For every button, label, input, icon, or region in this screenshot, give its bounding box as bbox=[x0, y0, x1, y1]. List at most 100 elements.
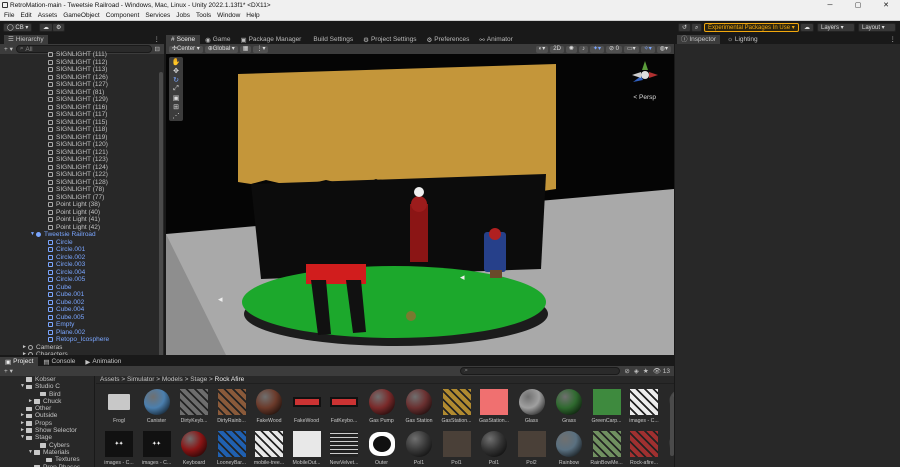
tab-animation[interactable]: ▶ Animation bbox=[80, 357, 126, 366]
effects-icon[interactable]: ✦▾ bbox=[589, 45, 604, 53]
tab-build-settings[interactable]: Build Settings bbox=[306, 35, 358, 44]
hierarchy-row[interactable]: SIGNLIGHT (129) bbox=[0, 96, 158, 104]
breadcrumb-item[interactable]: Assets bbox=[100, 376, 120, 383]
hierarchy-row[interactable]: SIGNLIGHT (121) bbox=[0, 149, 158, 157]
hierarchy-row[interactable]: SIGNLIGHT (122) bbox=[0, 171, 158, 179]
prop-bird-body[interactable] bbox=[410, 204, 428, 262]
asset-item[interactable]: RainBowMe... bbox=[590, 430, 623, 467]
inspector-tab[interactable]: ⓘ Inspector bbox=[677, 34, 721, 44]
menu-assets[interactable]: Assets bbox=[38, 12, 58, 19]
breadcrumb-item[interactable]: Stage bbox=[190, 376, 207, 383]
hand-tool-icon[interactable]: ✋ bbox=[172, 58, 181, 66]
asset-item[interactable]: DirtyKeyb... bbox=[179, 388, 209, 426]
pivot-dropdown[interactable]: ✣Center ▾ bbox=[169, 45, 203, 53]
asset-item[interactable]: Glass bbox=[517, 388, 547, 426]
menu-help[interactable]: Help bbox=[246, 12, 259, 19]
menu-component[interactable]: Component bbox=[106, 12, 140, 19]
hierarchy-row[interactable]: Cube.005 bbox=[0, 314, 158, 322]
hierarchy-row[interactable]: SIGNLIGHT (81) bbox=[0, 89, 158, 97]
camera-icon[interactable]: ▭▾ bbox=[624, 45, 639, 53]
hierarchy-row[interactable]: SIGNLIGHT (119) bbox=[0, 134, 158, 142]
asset-item[interactable]: GasStation... bbox=[442, 388, 472, 426]
panel-menu-icon[interactable]: ⋮ bbox=[154, 35, 165, 43]
tab-preferences[interactable]: ⚙ Preferences bbox=[421, 35, 474, 44]
asset-item[interactable]: NewVelvet... bbox=[329, 430, 359, 467]
hierarchy-tab[interactable]: ☰ Hierarchy bbox=[4, 34, 48, 44]
hierarchy-row[interactable]: Point Light (40) bbox=[0, 209, 158, 217]
asset-item[interactable]: Rock-afire... bbox=[629, 430, 659, 467]
gizmos-icon[interactable]: ◍▾ bbox=[656, 45, 671, 53]
hierarchy-row[interactable]: Plane.002 bbox=[0, 329, 158, 337]
asset-item[interactable]: FatKeybo... bbox=[329, 388, 359, 426]
hierarchy-row[interactable]: SIGNLIGHT (116) bbox=[0, 104, 158, 112]
folder-item[interactable]: ► Props bbox=[0, 420, 94, 427]
projection-label[interactable]: < Persp bbox=[633, 94, 656, 101]
tools-icon[interactable]: ✧▾ bbox=[640, 45, 655, 53]
folder-item[interactable]: ► Outside bbox=[0, 412, 94, 419]
hidden-packages-icon[interactable]: 👁 13 bbox=[653, 367, 670, 375]
asset-item[interactable]: FakeWood bbox=[254, 388, 284, 426]
panel-menu-icon[interactable]: ⋮ bbox=[890, 35, 900, 43]
asset-item[interactable]: FakeWood bbox=[292, 388, 322, 426]
asset-item[interactable]: Pol1 bbox=[442, 430, 472, 467]
menu-edit[interactable]: Edit bbox=[20, 12, 31, 19]
breadcrumb-item[interactable]: Rock Afire bbox=[215, 376, 245, 383]
breadcrumb-item[interactable]: Models bbox=[162, 376, 183, 383]
account-dropdown[interactable]: ◯ CB ▾ bbox=[3, 23, 33, 32]
hierarchy-row[interactable]: Cube.004 bbox=[0, 306, 158, 314]
asset-item[interactable]: Frogl bbox=[104, 388, 134, 426]
move-tool-icon[interactable]: ✥ bbox=[173, 67, 179, 75]
hierarchy-row[interactable]: Cube bbox=[0, 284, 158, 292]
snap-dropdown[interactable]: ⋮▾ bbox=[253, 45, 269, 53]
folder-item[interactable]: Kobser bbox=[0, 376, 94, 383]
asset-item[interactable]: images - C... bbox=[629, 388, 659, 426]
asset-item[interactable]: DirtyRainb... bbox=[217, 388, 247, 426]
asset-item[interactable]: Gas Station bbox=[404, 388, 434, 426]
hierarchy-row[interactable]: Retopo_Icosphere bbox=[0, 336, 158, 344]
hierarchy-row[interactable]: SIGNLIGHT (112) bbox=[0, 59, 158, 67]
asset-item[interactable]: Gas Pump bbox=[367, 388, 397, 426]
asset-item[interactable]: Grass bbox=[554, 388, 584, 426]
hierarchy-scrollbar[interactable] bbox=[159, 72, 163, 355]
breadcrumb-item[interactable]: Simulator bbox=[127, 376, 154, 383]
hierarchy-row[interactable]: Cube.001 bbox=[0, 291, 158, 299]
transform-tool-icon[interactable]: ⊞ bbox=[173, 103, 179, 111]
scene-viewport[interactable]: ◂ ◂ ✋ ✥ ↻ ⤢ ▣ ⊞ ⋰ < Persp bbox=[166, 54, 674, 355]
folder-item[interactable]: ► Show Selector bbox=[0, 427, 94, 434]
asset-item[interactable]: Pol1 bbox=[404, 430, 434, 467]
tab-console[interactable]: ▤ Console bbox=[38, 357, 80, 366]
hierarchy-row[interactable]: SIGNLIGHT (78) bbox=[0, 186, 158, 194]
minimize-button[interactable]: ─ bbox=[816, 0, 844, 11]
search-icon[interactable]: ⌕ bbox=[691, 23, 703, 32]
tab-scene[interactable]: # Scene bbox=[166, 35, 201, 44]
prop-bird-head[interactable] bbox=[411, 196, 427, 212]
asset-item[interactable]: Canister bbox=[142, 388, 172, 426]
audio-source-icon-2[interactable]: ◂ bbox=[460, 272, 465, 282]
scale-tool-icon[interactable]: ⤢ bbox=[173, 85, 179, 93]
audio-icon[interactable]: ♪ bbox=[578, 45, 588, 53]
hierarchy-row[interactable]: Circle.005 bbox=[0, 276, 158, 284]
hierarchy-row[interactable]: SIGNLIGHT (77) bbox=[0, 194, 158, 202]
layout-dropdown[interactable]: Layout ▾ bbox=[858, 23, 896, 32]
hierarchy-row[interactable]: ► Characters bbox=[0, 351, 158, 355]
hierarchy-row[interactable]: Circle.004 bbox=[0, 269, 158, 277]
hierarchy-row[interactable]: SIGNLIGHT (127) bbox=[0, 81, 158, 89]
layers-dropdown[interactable]: Layers ▾ bbox=[817, 23, 855, 32]
menu-services[interactable]: Services bbox=[145, 12, 170, 19]
hierarchy-row[interactable]: Empty bbox=[0, 321, 158, 329]
asset-item[interactable]: GreenCarp... bbox=[592, 388, 622, 426]
hierarchy-row[interactable]: Circle bbox=[0, 239, 158, 247]
hierarchy-row[interactable]: SIGNLIGHT (128) bbox=[0, 179, 158, 187]
hierarchy-row[interactable]: Circle.001 bbox=[0, 246, 158, 254]
lighting-icon[interactable]: ✺ bbox=[565, 45, 577, 53]
menu-file[interactable]: File bbox=[4, 12, 14, 19]
hierarchy-row[interactable]: Point Light (41) bbox=[0, 216, 158, 224]
toggle-2d-button[interactable]: 2D bbox=[550, 45, 564, 53]
hierarchy-row[interactable]: ▼ Tweetsie Railroad bbox=[0, 231, 158, 239]
hierarchy-row[interactable]: ► Cameras bbox=[0, 344, 158, 352]
audio-source-icon[interactable]: ◂ bbox=[218, 294, 223, 304]
folder-item[interactable]: Cybers bbox=[0, 442, 94, 449]
tab-project-settings[interactable]: ⚙ Project Settings bbox=[358, 35, 421, 44]
history-icon[interactable]: ↺ bbox=[678, 23, 692, 32]
hierarchy-row[interactable]: Point Light (38) bbox=[0, 201, 158, 209]
